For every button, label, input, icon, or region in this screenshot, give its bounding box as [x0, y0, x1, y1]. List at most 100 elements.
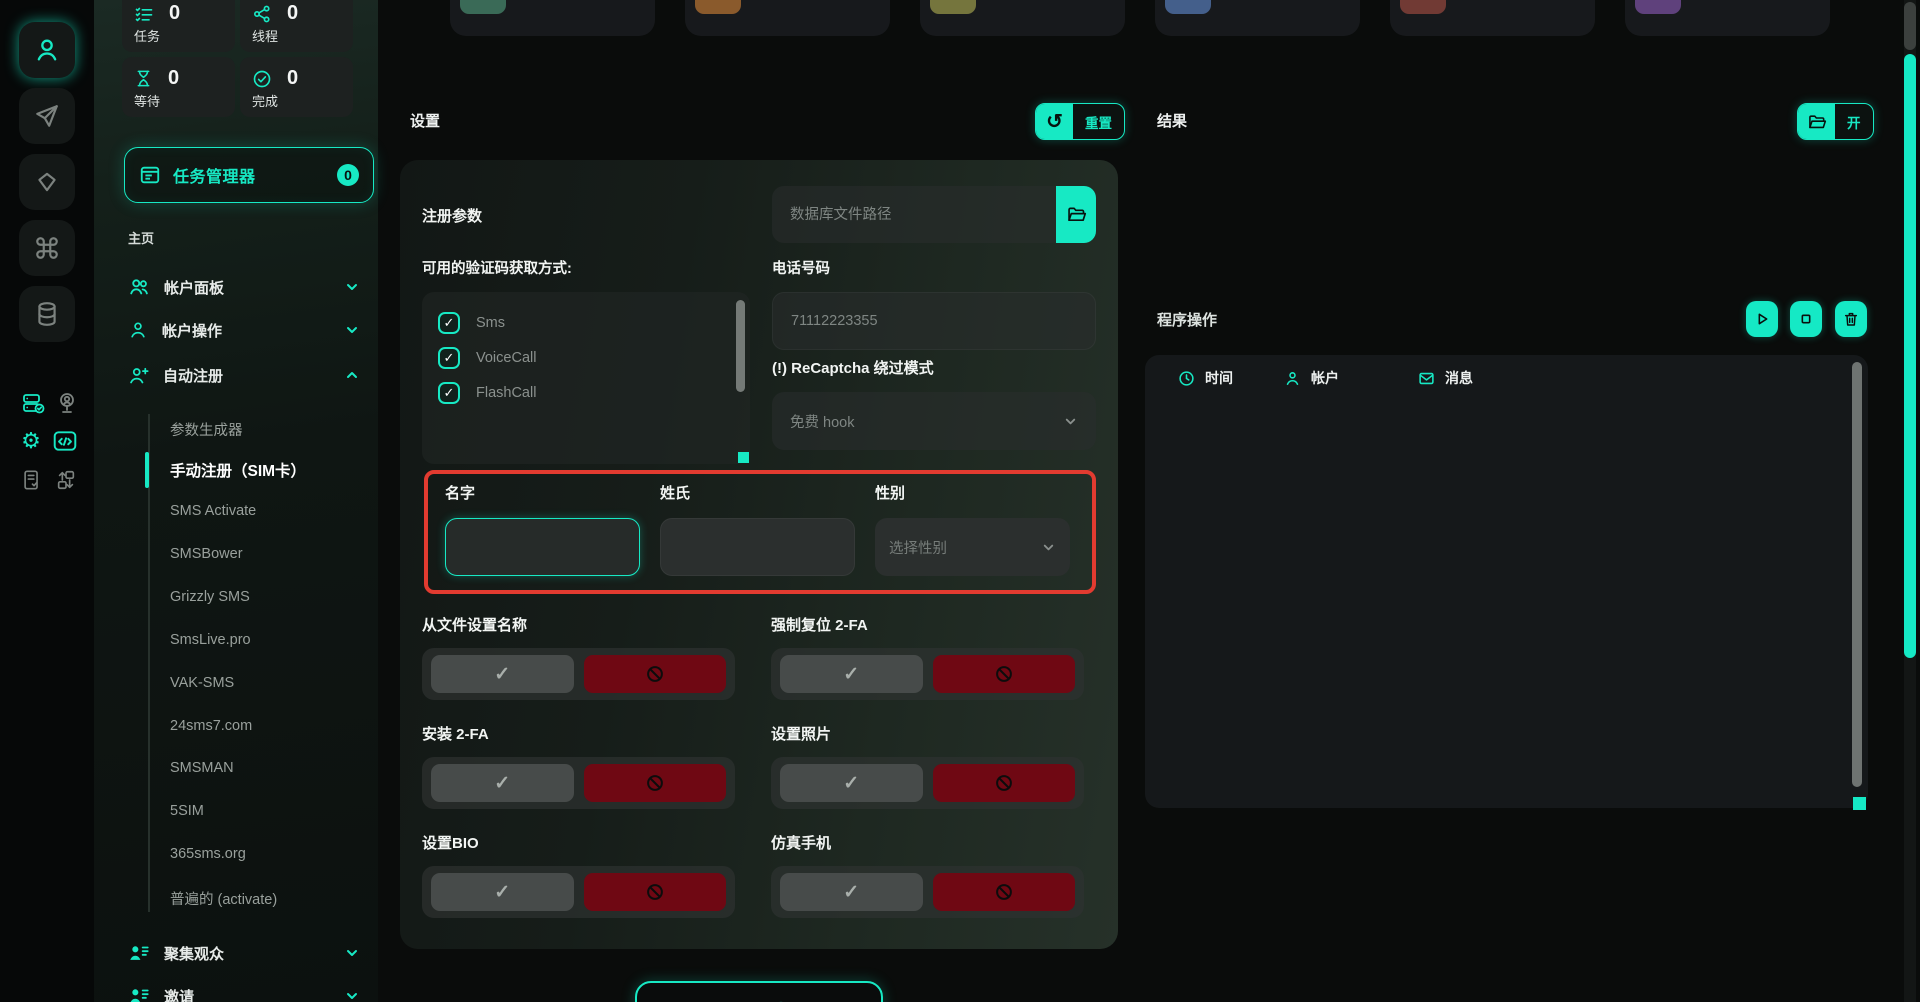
list-scrollbar[interactable]: [736, 300, 745, 392]
toggle-install-2fa: ✓: [422, 757, 735, 809]
checkbox-checked[interactable]: ✓: [438, 312, 460, 334]
stat-card-done: 0 完成: [240, 57, 353, 117]
sidebar-item-account-panel[interactable]: 帐户面板: [128, 272, 360, 302]
sidebar-item-account-ops[interactable]: 帐户操作: [128, 315, 360, 345]
method-label: FlashCall: [476, 385, 536, 401]
threads-icon: [252, 4, 272, 24]
submenu-item-manual-sim[interactable]: 手动注册（SIM卡）: [170, 459, 306, 481]
toggle-yes-button[interactable]: ✓: [431, 655, 574, 693]
rail-send-button[interactable]: [19, 88, 75, 144]
submenu-item-smsman[interactable]: SMSMAN: [170, 760, 234, 776]
webcam-person-icon: [55, 391, 79, 415]
person-list-icon: [128, 942, 150, 964]
column-label: 帐户: [1311, 368, 1339, 388]
checkbox-checked[interactable]: ✓: [438, 347, 460, 369]
person-icon: [1284, 370, 1301, 387]
recaptcha-mode-select[interactable]: 免费 hook: [772, 392, 1096, 450]
prohibition-icon: [993, 881, 1015, 903]
recaptcha-mode-value: 免费 hook: [790, 411, 854, 432]
task-manager-button[interactable]: 任务管理器 0: [124, 147, 374, 203]
task-manager-badge: 0: [337, 164, 359, 186]
toggle-force-reset-2fa: ✓: [771, 648, 1084, 700]
toggle-yes-button[interactable]: ✓: [431, 873, 574, 911]
submenu-item-vaksms[interactable]: VAK-SMS: [170, 675, 234, 691]
rail-doc-check-button[interactable]: [19, 467, 45, 493]
page-scrollbar-thumb[interactable]: [1904, 54, 1916, 658]
delete-button[interactable]: [1835, 301, 1867, 337]
toggle-yes-button[interactable]: ✓: [431, 764, 574, 802]
rail-profile-button[interactable]: [19, 22, 75, 78]
scrollbar-grip[interactable]: [1904, 2, 1916, 50]
card-color-swatch: [930, 0, 976, 14]
reg-params-label: 注册参数: [422, 205, 482, 226]
toggle-no-button[interactable]: [933, 655, 1076, 693]
page-scrollbar-track[interactable]: [1904, 0, 1916, 1002]
browse-db-button[interactable]: [1056, 186, 1096, 243]
top-card[interactable]: [685, 0, 890, 36]
resize-handle[interactable]: [738, 452, 749, 463]
sidebar-item-gather-audience[interactable]: 聚集观众: [128, 938, 360, 968]
table-scrollbar[interactable]: [1852, 362, 1862, 787]
toggle-yes-button[interactable]: ✓: [780, 655, 923, 693]
prohibition-icon: [993, 772, 1015, 794]
column-header-message[interactable]: 消息: [1418, 368, 1473, 388]
resize-handle[interactable]: [1853, 797, 1866, 810]
rail-database-button[interactable]: [19, 286, 75, 342]
last-name-input[interactable]: [660, 518, 855, 576]
submenu-item-sms-activate[interactable]: SMS Activate: [170, 503, 256, 519]
submenu-item-smsbower[interactable]: SMSBower: [170, 546, 243, 562]
sidebar-item-label: 邀请: [164, 986, 194, 1002]
rail-command-button[interactable]: [19, 220, 75, 276]
column-header-time[interactable]: 时间: [1178, 368, 1233, 388]
gender-select[interactable]: 选择性别: [875, 518, 1070, 576]
open-results-button[interactable]: 开: [1797, 103, 1874, 140]
submenu-item-5sim[interactable]: 5SIM: [170, 803, 204, 819]
open-button-label: 开: [1835, 104, 1873, 139]
top-card[interactable]: [920, 0, 1125, 36]
stop-button[interactable]: [1790, 301, 1822, 337]
submenu-item-365sms[interactable]: 365sms.org: [170, 846, 246, 862]
sidebar: 0 任务 0 线程 0 等待 0 完成 任务管理器 0 主页 帐户面板: [94, 0, 378, 1002]
reset-button[interactable]: ↺ 重置: [1035, 103, 1125, 140]
top-card[interactable]: [1390, 0, 1595, 36]
sidebar-item-label: 帐户操作: [162, 320, 222, 341]
top-card[interactable]: [1155, 0, 1360, 36]
toggle-no-button[interactable]: [584, 655, 727, 693]
checkbox-checked[interactable]: ✓: [438, 382, 460, 404]
phone-label: 电话号码: [772, 257, 830, 278]
submenu-item-grizzly[interactable]: Grizzly SMS: [170, 589, 250, 605]
rail-settings-button[interactable]: ⚙: [18, 428, 44, 454]
first-name-input[interactable]: [445, 518, 640, 576]
rail-diamond-button[interactable]: [19, 154, 75, 210]
toggle-no-button[interactable]: [584, 873, 727, 911]
toggle-set-photo: ✓: [771, 757, 1084, 809]
submenu-item-24sms7[interactable]: 24sms7.com: [170, 718, 252, 734]
toggle-no-button[interactable]: [933, 764, 1076, 802]
toggle-no-button[interactable]: [584, 764, 727, 802]
db-path-input[interactable]: [772, 186, 1056, 243]
run-button[interactable]: [1746, 301, 1778, 337]
start-button-label: 开始: [726, 999, 760, 1002]
rail-code-window-button[interactable]: [52, 428, 78, 454]
submenu-item-params-generator[interactable]: 参数生成器: [170, 419, 243, 440]
person-list-icon: [128, 985, 150, 1002]
submenu-item-universal-activate[interactable]: 普遍的 (activate): [170, 888, 277, 909]
start-button[interactable]: 开始: [635, 981, 883, 1002]
toggle-yes-button[interactable]: ✓: [780, 764, 923, 802]
chevron-up-icon: [344, 367, 360, 383]
top-card[interactable]: [1625, 0, 1830, 36]
toggle-yes-button[interactable]: ✓: [780, 873, 923, 911]
active-item-indicator: [145, 452, 149, 488]
database-icon: [34, 301, 60, 327]
tasks-icon: [134, 4, 154, 24]
sidebar-item-invite[interactable]: 邀请: [128, 981, 360, 1002]
sidebar-item-auto-register[interactable]: 自动注册: [128, 360, 360, 390]
rail-server-check-button[interactable]: [20, 390, 46, 416]
phone-input[interactable]: [772, 292, 1096, 350]
column-header-account[interactable]: 帐户: [1284, 368, 1339, 388]
toggle-no-button[interactable]: [933, 873, 1076, 911]
submenu-item-smslive[interactable]: SmsLive.pro: [170, 632, 251, 648]
top-card[interactable]: [450, 0, 655, 36]
rail-swap-button[interactable]: [53, 467, 79, 493]
rail-webcam-button[interactable]: [54, 390, 80, 416]
